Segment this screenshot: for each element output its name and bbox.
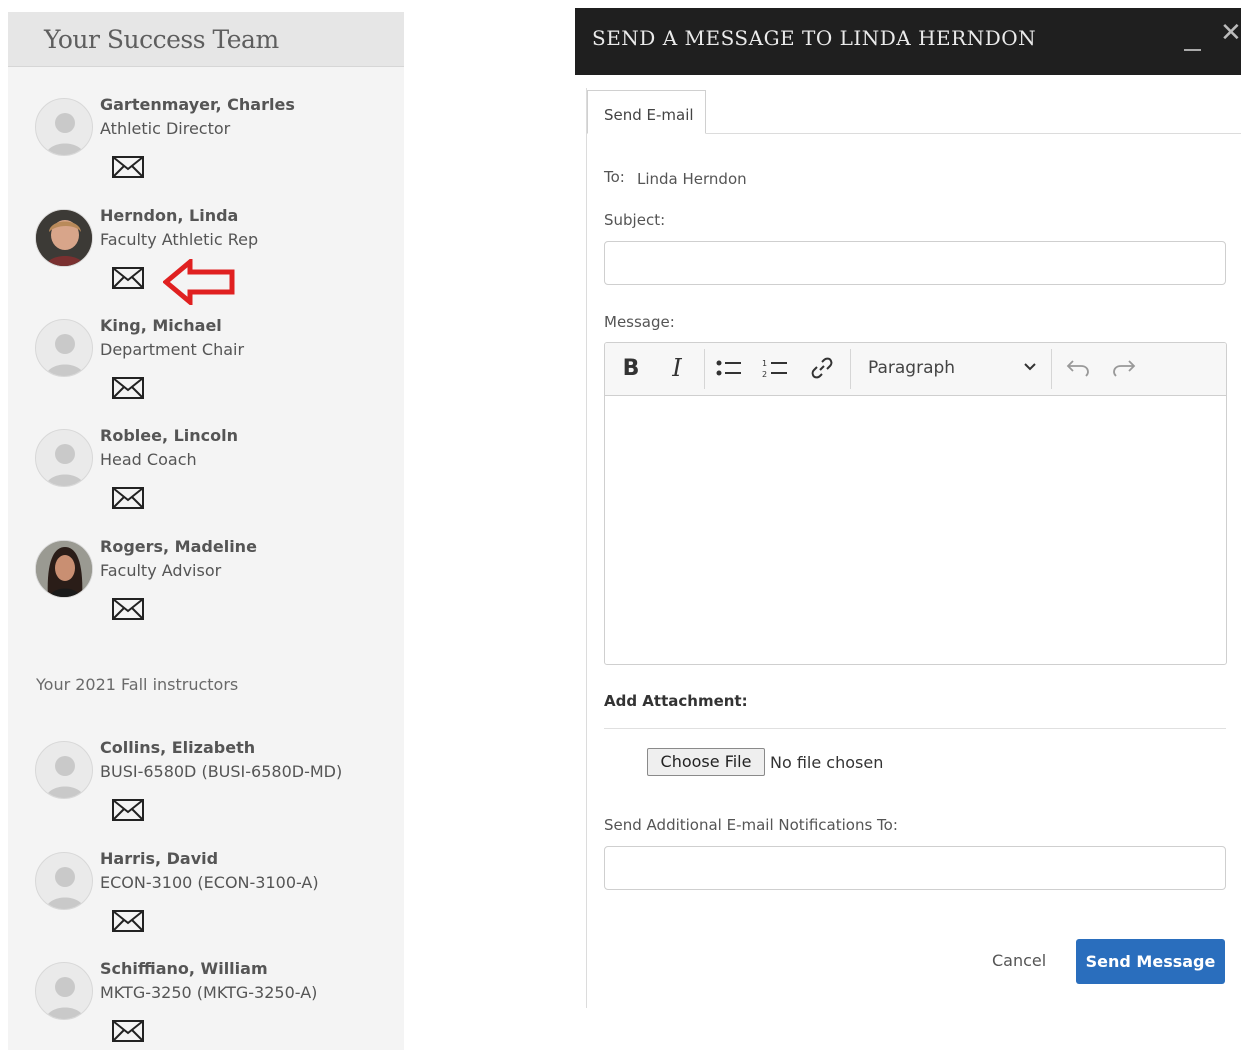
envelope-icon[interactable]	[112, 910, 144, 932]
instructor-course: BUSI-6580D (BUSI-6580D-MD)	[100, 762, 343, 781]
tab-label: Send E-mail	[604, 106, 694, 124]
envelope-icon[interactable]	[112, 598, 144, 620]
choose-file-button[interactable]: Choose File	[647, 748, 765, 776]
instructor-course: ECON-3100 (ECON-3100-A)	[100, 873, 319, 892]
format-select[interactable]: Paragraph	[864, 353, 1042, 383]
italic-button[interactable]: I	[663, 353, 691, 383]
envelope-icon[interactable]	[112, 267, 144, 289]
format-value: Paragraph	[868, 358, 956, 378]
member-name: Herndon, Linda	[100, 206, 239, 225]
photo-madeline-rogers	[35, 540, 93, 598]
instructor-name: Schiffiano, William	[100, 959, 268, 978]
member-role: Athletic Director	[100, 119, 231, 138]
svg-text:1: 1	[762, 359, 767, 368]
envelope-icon[interactable]	[112, 377, 144, 399]
instructor-name: Harris, David	[100, 849, 219, 868]
default-person-icon	[35, 741, 93, 799]
default-person-icon	[35, 319, 93, 377]
member-role: Department Chair	[100, 340, 245, 359]
file-status: No file chosen	[770, 753, 884, 772]
default-person-icon	[35, 962, 93, 1020]
bulleted-list-icon[interactable]	[713, 353, 745, 383]
member-role: Head Coach	[100, 450, 197, 469]
member-name: Roblee, Lincoln	[100, 426, 239, 445]
member-name: King, Michael	[100, 316, 222, 335]
numbered-list-icon[interactable]: 12	[759, 353, 791, 383]
message-editor: B I 12 Paragraph	[604, 342, 1227, 665]
member-name: Rogers, Madeline	[100, 537, 257, 556]
toolbar-separator	[850, 349, 851, 389]
instructor-course: MKTG-3250 (MKTG-3250-A)	[100, 983, 318, 1002]
envelope-icon[interactable]	[112, 487, 144, 509]
subject-label: Subject:	[604, 211, 666, 229]
bold-button[interactable]: B	[617, 353, 645, 383]
dialog-title: SEND A MESSAGE TO LINDA HERNDON	[592, 26, 1037, 50]
team-member: Rogers, Madeline Faculty Advisor	[35, 537, 395, 640]
toolbar-separator	[1051, 349, 1052, 389]
tab-divider	[706, 133, 1241, 134]
instructor: Harris, David ECON-3100 (ECON-3100-A)	[35, 849, 395, 952]
member-role: Faculty Athletic Rep	[100, 230, 259, 249]
undo-icon[interactable]	[1063, 353, 1093, 383]
dialog-titlebar: SEND A MESSAGE TO LINDA HERNDON ✕	[575, 8, 1241, 75]
cancel-button[interactable]: Cancel	[992, 951, 1046, 970]
editor-toolbar: B I 12 Paragraph	[605, 343, 1226, 396]
attachment-divider	[604, 728, 1226, 729]
default-person-icon	[35, 98, 93, 156]
send-message-button[interactable]: Send Message	[1076, 939, 1225, 984]
chevron-down-icon	[1024, 363, 1036, 371]
close-icon[interactable]: ✕	[1220, 20, 1241, 46]
instructors-heading: Your 2021 Fall instructors	[36, 675, 239, 694]
toolbar-separator	[704, 349, 705, 389]
message-textarea[interactable]	[605, 396, 1226, 664]
subject-input[interactable]	[604, 241, 1226, 285]
team-member: Gartenmayer, Charles Athletic Director	[35, 95, 395, 198]
photo-linda-herndon	[35, 209, 93, 267]
redo-icon[interactable]	[1109, 353, 1139, 383]
envelope-icon[interactable]	[112, 1020, 144, 1042]
instructor-name: Collins, Elizabeth	[100, 738, 256, 757]
success-team-title: Your Success Team	[44, 24, 279, 54]
team-member: Roblee, Lincoln Head Coach	[35, 426, 395, 529]
to-label: To:	[604, 168, 625, 186]
dialog-body: Send E-mail To: Linda Herndon Subject: M…	[586, 88, 1241, 1008]
instructor: Schiffiano, William MKTG-3250 (MKTG-3250…	[35, 959, 395, 1062]
link-icon[interactable]	[807, 353, 837, 383]
tab-send-email[interactable]: Send E-mail	[587, 90, 706, 134]
send-message-dialog: SEND A MESSAGE TO LINDA HERNDON ✕ Send E…	[575, 8, 1241, 1008]
success-team-header: Your Success Team	[8, 12, 404, 67]
envelope-icon[interactable]	[112, 799, 144, 821]
member-name: Gartenmayer, Charles	[100, 95, 295, 114]
member-role: Faculty Advisor	[100, 561, 222, 580]
highlight-arrow-icon	[162, 256, 235, 310]
notify-label: Send Additional E-mail Notifications To:	[604, 816, 898, 834]
minimize-button[interactable]	[1184, 32, 1202, 56]
default-person-icon	[35, 429, 93, 487]
attachment-label: Add Attachment:	[604, 692, 748, 710]
instructor: Collins, Elizabeth BUSI-6580D (BUSI-6580…	[35, 738, 395, 841]
team-member: King, Michael Department Chair	[35, 316, 395, 419]
default-person-icon	[35, 852, 93, 910]
svg-text:2: 2	[762, 370, 767, 379]
notify-input[interactable]	[604, 846, 1226, 890]
envelope-icon[interactable]	[112, 156, 144, 178]
message-label: Message:	[604, 313, 675, 331]
to-value: Linda Herndon	[637, 170, 747, 188]
